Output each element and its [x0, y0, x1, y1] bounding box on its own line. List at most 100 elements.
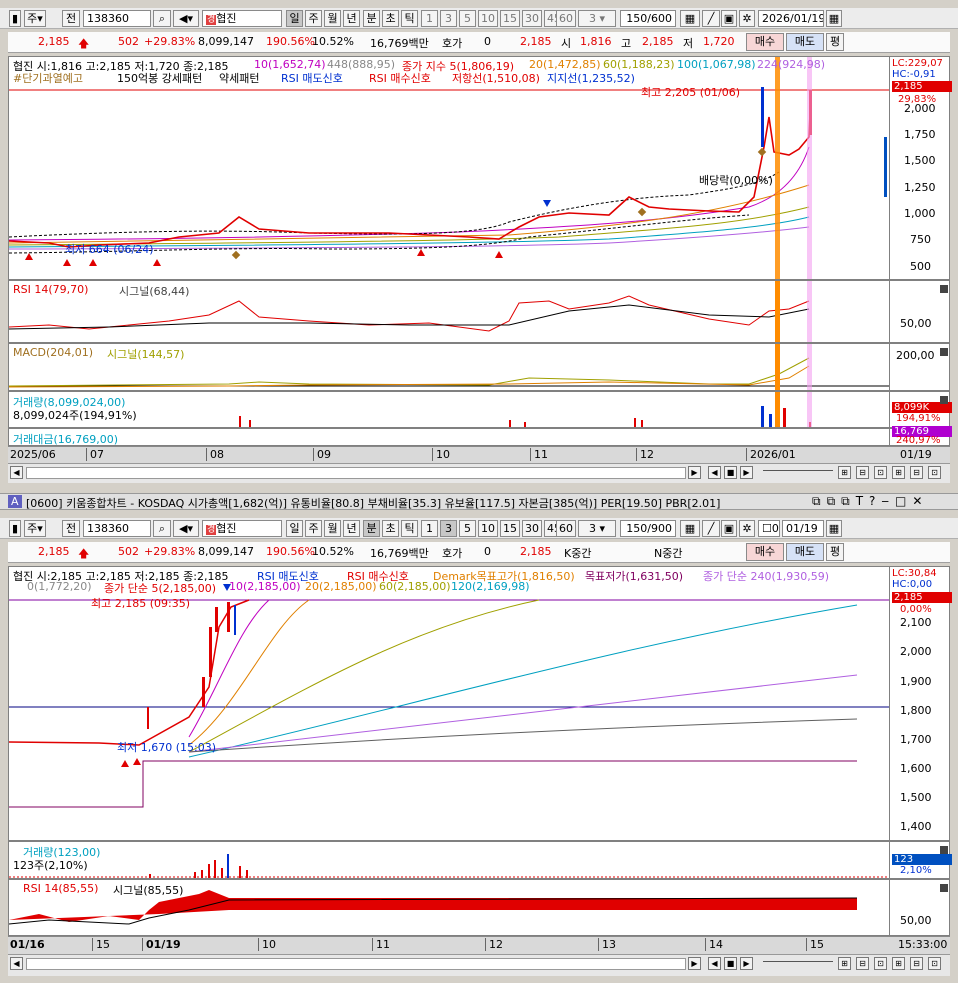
period-second[interactable]: 초 [382, 520, 399, 537]
indicator-icon[interactable]: ▦ [680, 10, 700, 27]
window-title-bar[interactable]: A [0600] 키움종합차트 - KOSDAQ 시가총액[1,682(억)] … [0, 493, 958, 510]
all-button[interactable]: 전 [62, 10, 80, 27]
scroll-right-icon[interactable]: ▶ [688, 957, 701, 970]
zoom-slider[interactable] [763, 961, 833, 962]
search-icon[interactable]: ⌕ [153, 10, 171, 27]
gear-icon[interactable]: ✲ [739, 10, 755, 27]
calendar-icon[interactable]: ▦ [826, 520, 842, 537]
period-month[interactable]: 월 [324, 520, 341, 537]
window-icon[interactable]: ▮ [9, 10, 21, 27]
fit-icon[interactable]: ⊡ [874, 466, 887, 479]
zoom-in-icon[interactable]: ⊞ [838, 957, 851, 970]
all-button[interactable]: 전 [62, 520, 80, 537]
price-panel[interactable]: 협진 시:1,816 고:2,185 저:1,720 종:2,185 10(1,… [8, 56, 952, 280]
interval-3[interactable]: 3 [440, 10, 457, 27]
stop-icon[interactable]: ■ [724, 466, 737, 479]
compare-icon[interactable]: ⊞ [892, 957, 905, 970]
fit-icon[interactable]: ⊡ [874, 957, 887, 970]
market-type-select[interactable]: 주▾ [24, 10, 46, 27]
buy-button[interactable]: 매수 [746, 543, 784, 561]
reset-icon[interactable]: ⊟ [910, 466, 923, 479]
period-day[interactable]: 일 [286, 520, 303, 537]
sell-button[interactable]: 매도 [786, 33, 824, 51]
amount-panel[interactable]: 거래대금(16,769,00) 16,769 240,97% [8, 426, 952, 446]
scroll-right-icon[interactable]: ▶ [688, 466, 701, 479]
next-icon[interactable]: ▶ [740, 957, 753, 970]
scrollbar-intraday[interactable]: ◀ ▶ ◀ ■ ▶ ⊞ ⊟ ⊡ ⊞ ⊟ ⊡ [8, 954, 950, 976]
interval-select[interactable]: 3 ▾ [578, 520, 616, 537]
count-input[interactable]: 150/600 [620, 10, 676, 27]
close-icon[interactable] [940, 396, 948, 404]
interval-15[interactable]: 15 [500, 10, 520, 27]
interval-30[interactable]: 30 [522, 10, 542, 27]
period-tick[interactable]: 틱 [401, 10, 418, 27]
interval-30[interactable]: 30 [522, 520, 542, 537]
zoom-slider[interactable] [763, 470, 833, 471]
search-icon[interactable]: ⌕ [153, 520, 171, 537]
scroll-track[interactable] [26, 958, 686, 970]
macd-panel[interactable]: MACD(204,01) 시그널(144,57) 200,00 [8, 343, 950, 391]
period-year[interactable]: 년 [343, 520, 360, 537]
rsi-panel[interactable]: RSI 14(79,70) 시그널(68,44) 50,00 [8, 280, 950, 343]
stock-name-field[interactable]: 경협진 [202, 520, 282, 537]
volume-panel[interactable]: 거래량(8,099,024,00) 8,099,024주(194,91%) 8,… [8, 391, 952, 428]
interval-select[interactable]: 3 ▾ [578, 10, 616, 27]
average-button[interactable]: 평 [826, 543, 844, 561]
close-icon[interactable] [940, 285, 948, 293]
count-input[interactable]: 150/900 [620, 520, 676, 537]
window-icon[interactable]: ▮ [9, 520, 21, 537]
interval-5[interactable]: 5 [459, 520, 476, 537]
period-year[interactable]: 년 [343, 10, 360, 27]
period-week[interactable]: 주 [305, 520, 322, 537]
save-icon[interactable]: ▣ [721, 10, 737, 27]
line-tool-icon[interactable]: ╱ [702, 520, 720, 537]
period-tick[interactable]: 틱 [401, 520, 418, 537]
period-week[interactable]: 주 [305, 10, 322, 27]
scroll-left-icon[interactable]: ◀ [10, 466, 23, 479]
config-icon[interactable]: ⊡ [928, 466, 941, 479]
zoom-in-icon[interactable]: ⊞ [838, 466, 851, 479]
zoom-out-icon[interactable]: ⊟ [856, 466, 869, 479]
calendar-icon[interactable]: ▦ [826, 10, 842, 27]
interval-3[interactable]: 3 [440, 520, 457, 537]
intraday-volume-panel[interactable]: 거래량(123,00) 123주(2,10%) 123 2,10% [8, 841, 952, 879]
close-icon[interactable] [940, 846, 948, 854]
date-checkbox[interactable]: ☐0 [758, 520, 780, 537]
period-day[interactable]: 일 [286, 10, 303, 27]
gear-icon[interactable]: ✲ [739, 520, 755, 537]
intraday-price-panel[interactable]: 협진 시:2,185 고:2,185 저:2,185 종:2,185 RSI 매… [8, 566, 952, 841]
interval-60[interactable]: 60 [556, 520, 576, 537]
sell-button[interactable]: 매도 [786, 543, 824, 561]
intraday-rsi-panel[interactable]: RSI 14(85,55) 시그널(85,55) 50,00 [8, 879, 950, 936]
zoom-out-icon[interactable]: ⊟ [856, 957, 869, 970]
indicator-icon[interactable]: ▦ [680, 520, 700, 537]
interval-10[interactable]: 10 [478, 520, 498, 537]
sound-icon[interactable]: ◀▾ [173, 10, 199, 27]
interval-15[interactable]: 15 [500, 520, 520, 537]
scrollbar[interactable]: ◀ ▶ ◀ ■ ▶ ⊞ ⊟ ⊡ ⊞ ⊟ ⊡ [8, 463, 950, 483]
period-minute[interactable]: 분 [363, 10, 380, 27]
scroll-left-icon[interactable]: ◀ [10, 957, 23, 970]
interval-5[interactable]: 5 [459, 10, 476, 27]
period-month[interactable]: 월 [324, 10, 341, 27]
compare-icon[interactable]: ⊞ [892, 466, 905, 479]
date-input[interactable]: 01/19 [782, 520, 824, 537]
stock-code-input[interactable]: 138360 [83, 520, 151, 537]
market-type-select[interactable]: 주▾ [24, 520, 46, 537]
save-icon[interactable]: ▣ [721, 520, 737, 537]
period-minute[interactable]: 분 [363, 520, 380, 537]
interval-1[interactable]: 1 [421, 520, 438, 537]
window-controls[interactable]: ⧉⧉⧉T?‒□✕ [812, 494, 928, 509]
line-tool-icon[interactable]: ╱ [702, 10, 720, 27]
sound-icon[interactable]: ◀▾ [173, 520, 199, 537]
config-icon[interactable]: ⊡ [928, 957, 941, 970]
average-button[interactable]: 평 [826, 33, 844, 51]
prev-icon[interactable]: ◀ [708, 466, 721, 479]
prev-icon[interactable]: ◀ [708, 957, 721, 970]
close-icon[interactable] [940, 348, 948, 356]
interval-60[interactable]: 60 [556, 10, 576, 27]
period-second[interactable]: 초 [382, 10, 399, 27]
reset-icon[interactable]: ⊟ [910, 957, 923, 970]
stock-code-input[interactable]: 138360 [83, 10, 151, 27]
close-icon[interactable] [940, 884, 948, 892]
